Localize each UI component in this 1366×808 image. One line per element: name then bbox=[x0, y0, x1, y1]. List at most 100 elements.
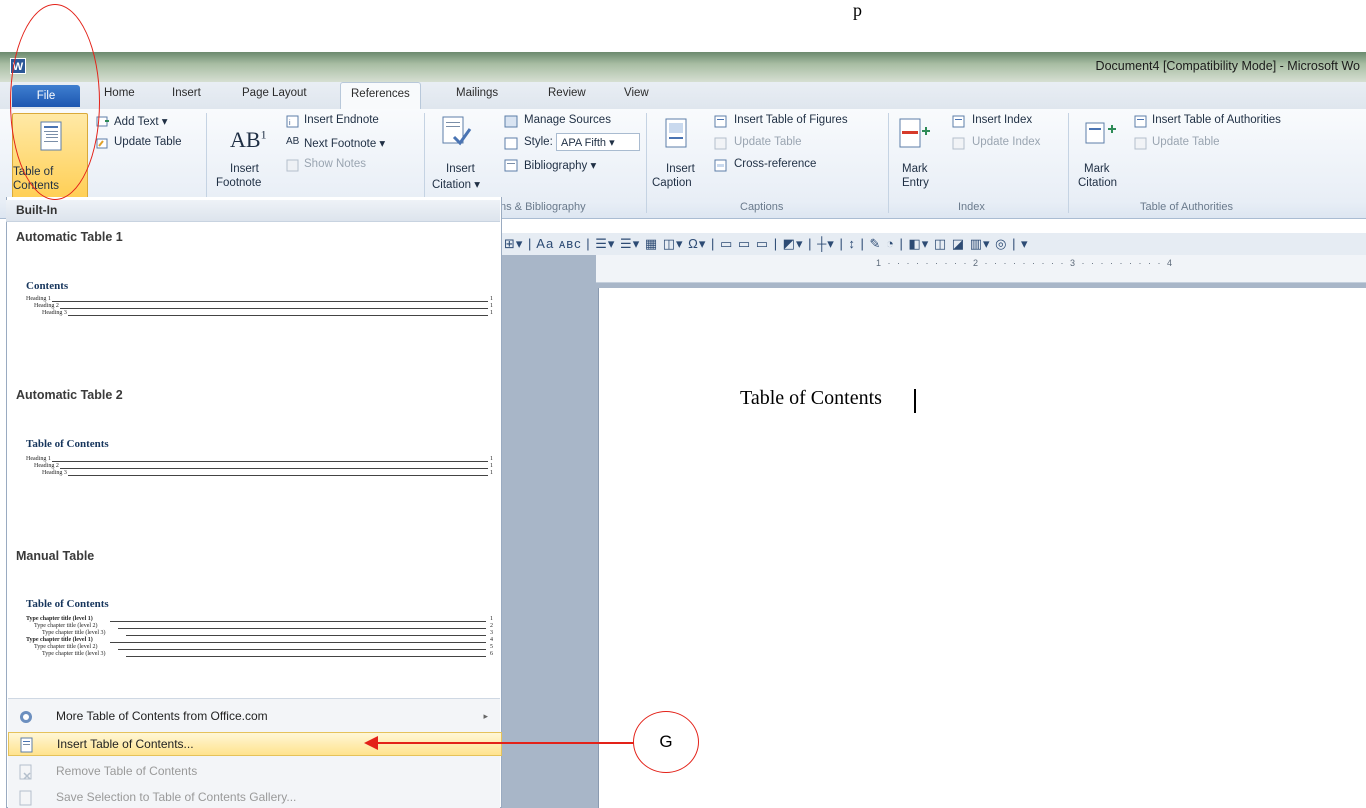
insert-toc-icon bbox=[20, 737, 33, 753]
toc-preview-line: Heading 2 bbox=[34, 303, 59, 309]
toc-preview-leader bbox=[118, 649, 486, 650]
insert-table-of-figures-button[interactable]: Insert Table of Figures bbox=[734, 114, 848, 126]
tab-insert[interactable]: Insert bbox=[172, 87, 201, 99]
remove-toc-icon bbox=[19, 764, 32, 780]
gallery-item-heading: Automatic Table 2 bbox=[16, 388, 123, 402]
insert-footnote-line1[interactable]: Insert bbox=[230, 163, 259, 175]
update-table-icon bbox=[96, 138, 108, 149]
insert-caption-line1[interactable]: Insert bbox=[666, 163, 695, 175]
toc-preview-page: 6 bbox=[490, 651, 493, 657]
toc-preview-line: Type chapter title (level 3) bbox=[42, 651, 106, 657]
tab-page-layout[interactable]: Page Layout bbox=[242, 87, 307, 99]
menu-item-label: More Table of Contents from Office.com bbox=[56, 709, 268, 723]
tab-review[interactable]: Review bbox=[548, 87, 586, 99]
insert-footnote-line2[interactable]: Footnote bbox=[216, 177, 261, 189]
toc-preview-page: 2 bbox=[490, 623, 493, 629]
insert-table-of-figures-icon bbox=[714, 115, 727, 128]
tab-view[interactable]: View bbox=[624, 87, 649, 99]
toc-preview-page: 4 bbox=[490, 637, 493, 643]
style-dropdown[interactable]: APA Fifth ▾ bbox=[556, 133, 640, 151]
toc-preview-page: 1 bbox=[490, 296, 493, 302]
cross-reference-button[interactable]: Cross-reference bbox=[734, 158, 816, 170]
update-index-icon bbox=[952, 137, 965, 150]
toc-preview-page: 1 bbox=[490, 470, 493, 476]
captions-update-table-button: Update Table bbox=[734, 136, 802, 148]
toc-preview-line: Heading 1 bbox=[26, 296, 51, 302]
mark-citation-line1[interactable]: Mark bbox=[1084, 163, 1110, 175]
menu-item-label: Insert Table of Contents... bbox=[57, 737, 194, 751]
document-page[interactable] bbox=[598, 288, 1366, 808]
group-separator bbox=[1068, 113, 1069, 213]
format-toolbar-icons[interactable]: ⊞▾ | Aa ᴀʙᴄ | ☰▾ ☰▾ ▦ ◫▾ Ω▾ | ▭ ▭ ▭ | ◩▾… bbox=[504, 236, 1029, 252]
toc-preview-line: Heading 2 bbox=[34, 463, 59, 469]
menu-item-remove-toc: Remove Table of Contents bbox=[8, 760, 502, 784]
style-label: Style: bbox=[524, 136, 553, 148]
toc-preview-page: 5 bbox=[490, 644, 493, 650]
window-title-bar: W Document4 [Compatibility Mode] - Micro… bbox=[0, 52, 1366, 82]
document-body-text[interactable]: Table of Contents bbox=[740, 387, 882, 410]
toc-preview-leader bbox=[52, 461, 488, 462]
next-footnote-button[interactable]: Next Footnote ▾ bbox=[304, 136, 385, 150]
gallery-item-manual-table[interactable]: Table of Contents Type chapter title (le… bbox=[10, 568, 496, 688]
toc-preview-leader bbox=[68, 475, 488, 476]
group-separator bbox=[888, 113, 889, 213]
gallery-item-automatic-table-1[interactable]: Contents Heading 1 1 Heading 2 1 Heading… bbox=[10, 250, 496, 370]
menu-item-label: Remove Table of Contents bbox=[56, 764, 198, 778]
update-index-button: Update Index bbox=[972, 136, 1041, 148]
show-notes-button: Show Notes bbox=[304, 158, 367, 170]
bibliography-button[interactable]: Bibliography ▾ bbox=[524, 158, 596, 172]
insert-citation-line1[interactable]: Insert bbox=[446, 163, 475, 175]
mark-citation-line2[interactable]: Citation bbox=[1078, 177, 1117, 189]
submenu-arrow-icon: ▸ bbox=[483, 711, 488, 721]
toc-preview-line: Heading 3 bbox=[42, 470, 67, 476]
window-title: Document4 [Compatibility Mode] - Microso… bbox=[1095, 59, 1360, 73]
insert-index-button[interactable]: Insert Index bbox=[972, 114, 1032, 126]
toc-preview-page: 3 bbox=[490, 630, 493, 636]
gallery-item-heading: Manual Table bbox=[16, 549, 95, 563]
menu-item-save-selection-toc: Save Selection to Table of Contents Gall… bbox=[8, 786, 502, 808]
toc-preview-leader bbox=[60, 468, 488, 469]
format-toolbar: ⊞▾ | Aa ᴀʙᴄ | ☰▾ ☰▾ ▦ ◫▾ Ω▾ | ▭ ▭ ▭ | ◩▾… bbox=[500, 233, 1366, 255]
toc-preview-title: Table of Contents bbox=[26, 438, 109, 450]
toc-preview-title: Contents bbox=[26, 280, 69, 292]
insert-citation-line2[interactable]: Citation ▾ bbox=[432, 177, 480, 191]
mark-entry-line2[interactable]: Entry bbox=[902, 177, 929, 189]
captions-group-label: Captions bbox=[740, 201, 784, 213]
horizontal-ruler[interactable]: 1 · · · · · · · · · 2 · · · · · · · · · … bbox=[596, 255, 1366, 283]
update-table-button[interactable]: Update Table bbox=[114, 136, 182, 148]
index-group-label: Index bbox=[958, 201, 985, 213]
gallery-item-automatic-table-2[interactable]: Table of Contents Heading 1 1 Heading 2 … bbox=[10, 408, 496, 528]
insert-caption-line2[interactable]: Caption bbox=[652, 177, 692, 189]
stray-glyph: p bbox=[853, 0, 862, 20]
annotation-arrow-head bbox=[364, 736, 378, 750]
toc-preview-title: Table of Contents bbox=[26, 598, 109, 610]
authorities-update-table-button: Update Table bbox=[1152, 136, 1220, 148]
toc-preview-leader bbox=[110, 621, 486, 622]
mark-entry-line1[interactable]: Mark bbox=[902, 163, 928, 175]
show-notes-icon bbox=[286, 159, 299, 172]
mark-citation-icon bbox=[1085, 122, 1116, 144]
manage-sources-button[interactable]: Manage Sources bbox=[524, 114, 611, 126]
add-text-button[interactable]: Add Text ▾ bbox=[114, 114, 168, 128]
authorities-group-label: Table of Authorities bbox=[1140, 201, 1233, 213]
toc-preview-line: Type chapter title (level 2) bbox=[34, 644, 98, 650]
insert-endnote-icon: i bbox=[286, 115, 299, 128]
tab-mailings[interactable]: Mailings bbox=[456, 87, 498, 99]
menu-item-more-toc-office[interactable]: More Table of Contents from Office.com ▸ bbox=[8, 705, 502, 729]
toc-preview-leader bbox=[126, 656, 486, 657]
gallery-section-header: Built-In bbox=[6, 200, 500, 222]
cross-reference-icon bbox=[714, 159, 727, 172]
insert-endnote-button[interactable]: Insert Endnote bbox=[304, 114, 379, 126]
insert-table-of-authorities-button[interactable]: Insert Table of Authorities bbox=[1152, 114, 1281, 126]
menu-item-insert-toc[interactable]: Insert Table of Contents... bbox=[8, 732, 502, 756]
tab-home[interactable]: Home bbox=[104, 87, 135, 99]
tab-references[interactable]: References bbox=[340, 82, 421, 110]
insert-footnote-icon: AB1 bbox=[230, 127, 267, 152]
toc-preview-page: 1 bbox=[490, 303, 493, 309]
toc-preview-leader bbox=[68, 315, 488, 316]
ribbon-tabs: File Home Insert Page Layout References … bbox=[0, 82, 1366, 110]
insert-caption-icon bbox=[665, 118, 687, 148]
toc-preview-line: Type chapter title (level 2) bbox=[34, 623, 98, 629]
captions-update-table-icon bbox=[714, 137, 727, 150]
toc-preview-page: 1 bbox=[490, 456, 493, 462]
